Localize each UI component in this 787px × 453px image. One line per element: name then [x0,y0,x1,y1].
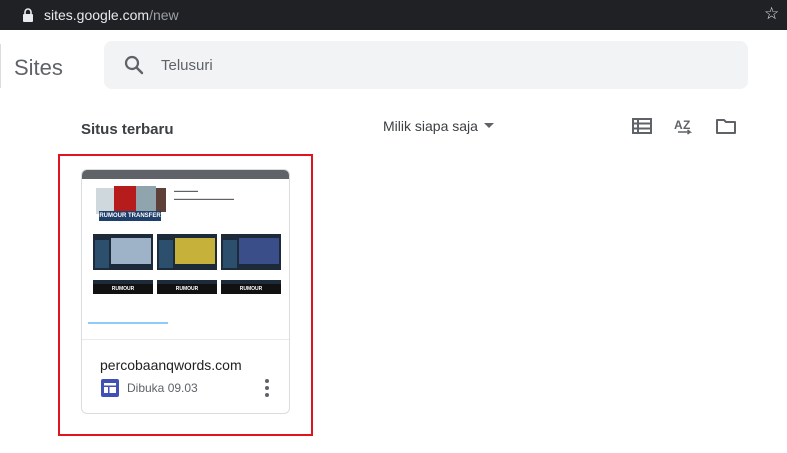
site-thumbnail[interactable]: RUMOUR TRANSFER ▬▬▬▬▬▬ ▬▬▬▬▬▬▬▬▬▬▬▬▬▬▬ R… [82,170,289,340]
header-divider [0,44,1,88]
search-bar[interactable] [104,41,748,89]
search-icon[interactable] [124,55,144,75]
thumb-photo-3 [136,186,156,214]
app-title[interactable]: Sites [14,55,63,81]
list-view-icon[interactable] [630,114,654,138]
owner-filter-label: Milik siapa saja [383,118,478,134]
google-sites-icon [101,379,119,397]
folder-icon[interactable] [714,114,738,138]
sort-az-icon[interactable]: A Z [672,114,696,138]
site-card[interactable]: RUMOUR TRANSFER ▬▬▬▬▬▬ ▬▬▬▬▬▬▬▬▬▬▬▬▬▬▬ R… [81,169,290,414]
caret-down-icon [483,123,494,128]
lock-icon [23,8,33,22]
search-input[interactable] [161,54,721,76]
thumb-poster-2: RUMOUR [157,234,217,294]
thumb-poster-1: RUMOUR [93,234,153,294]
thumb-text-line: ▬▬▬▬▬▬▬▬▬▬▬▬▬▬▬ [174,196,234,201]
more-options-icon[interactable] [263,378,271,398]
svg-text:Z: Z [683,118,690,132]
owner-filter-dropdown[interactable]: Milik siapa saja [383,118,494,134]
url-text[interactable]: sites.google.com/new [44,7,179,23]
last-opened-text: Dibuka 09.03 [127,381,198,395]
bookmark-star-icon[interactable]: ☆ [764,4,779,24]
svg-text:A: A [674,118,683,132]
thumb-rumour-transfer-title: RUMOUR TRANSFER [99,211,161,221]
thumbnail-header-bar [82,170,289,179]
browser-address-bar[interactable]: sites.google.com/new ☆ [0,0,787,30]
site-name[interactable]: percobaanqwords.com [100,357,242,373]
thumb-footer-link [88,322,168,324]
thumb-photo-4 [156,188,166,212]
section-title: Situs terbaru [81,121,174,138]
thumb-photo-2 [114,186,136,214]
thumb-poster-3: RUMOUR [221,234,281,294]
thumb-text-line: ▬▬▬▬▬▬ [174,188,198,193]
